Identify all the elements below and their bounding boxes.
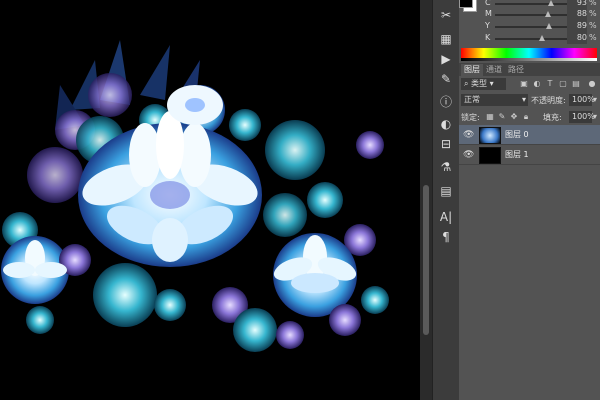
layer-name[interactable]: 图层 0	[505, 129, 529, 140]
tab-layers[interactable]: 图层	[461, 64, 483, 76]
layer-filter-select[interactable]: ⌕ 类型 ▾	[461, 78, 506, 90]
layer-row-0[interactable]: 👁︎ 图层 0	[459, 125, 600, 145]
filter-toggle-icon[interactable]: ●	[587, 79, 597, 89]
filter-adjustment-icon[interactable]: ◐	[532, 79, 542, 89]
slider-y-handle[interactable]	[546, 23, 552, 29]
slider-m-label: M	[485, 9, 492, 18]
search-icon: ⌕	[464, 79, 469, 88]
slider-k[interactable]: K 80 %	[459, 32, 600, 46]
tab-paths[interactable]: 路径	[505, 64, 527, 76]
slider-k-unit: %	[589, 33, 597, 42]
filter-type-icon[interactable]: T	[545, 79, 555, 89]
filter-smart-object-icon[interactable]: ▤	[571, 79, 581, 89]
slider-k-label: K	[485, 33, 491, 42]
slider-k-value[interactable]: 80	[567, 32, 587, 44]
opacity-label: 不透明度:	[531, 96, 566, 105]
panel-tool-strip: ✂ ▦ ▶ ✎ ⓘ ◐ ⊟ ⚗ ▤ A| ¶	[432, 0, 460, 400]
layer-thumbnail	[479, 127, 501, 144]
opacity-input[interactable]: 100%	[569, 94, 595, 106]
layer-thumbnail	[479, 147, 501, 164]
right-panel: C 93 % M 88 % Y 89 % K 80 % 图层 通道 路径 ⌕ 类…	[459, 0, 600, 400]
lock-label: 锁定:	[461, 113, 480, 122]
clone-source-icon[interactable]: ⊟	[436, 135, 456, 153]
fractal-flower-artwork	[1, 40, 389, 352]
slider-y-label: Y	[485, 21, 490, 30]
scrollbar-thumb[interactable]	[423, 185, 429, 335]
lock-all-icon[interactable]: 🔒︎	[521, 112, 531, 122]
character-icon[interactable]: A|	[436, 208, 456, 226]
blend-mode-value: 正常	[464, 95, 480, 104]
tab-channels[interactable]: 通道	[483, 64, 505, 76]
play-action-icon[interactable]: ▶	[436, 50, 456, 68]
slider-m-handle[interactable]	[545, 11, 551, 17]
fill-input[interactable]: 100%	[569, 111, 595, 123]
slider-c-unit: %	[589, 0, 597, 7]
slider-y-value[interactable]: 89	[567, 20, 587, 32]
blend-mode-select[interactable]: 正常 ▾	[461, 94, 528, 106]
filter-pixel-icon[interactable]: ▣	[519, 79, 529, 89]
tools-icon[interactable]: ✂	[436, 6, 456, 24]
layer-row-1[interactable]: 👁︎ 图层 1	[459, 145, 600, 165]
grayscale-ramp[interactable]	[461, 58, 597, 61]
paragraph-icon[interactable]: ¶	[436, 228, 456, 246]
slider-c-handle[interactable]	[548, 0, 554, 6]
slider-y-unit: %	[589, 21, 597, 30]
chevron-down-icon[interactable]: ▾	[590, 112, 600, 122]
adjustments-icon[interactable]: ◐	[436, 115, 456, 133]
info-icon[interactable]: ⓘ	[436, 92, 456, 110]
eye-icon[interactable]: 👁︎	[463, 150, 474, 160]
canvas-vertical-scrollbar[interactable]	[420, 0, 432, 400]
chevron-down-icon: ▾	[489, 79, 494, 88]
slider-m-value[interactable]: 88	[567, 8, 587, 20]
eye-icon[interactable]: 👁︎	[463, 130, 474, 140]
history-icon[interactable]: ▦	[436, 30, 456, 48]
document-canvas[interactable]	[0, 0, 420, 400]
tool-presets-icon[interactable]: ⚗	[436, 158, 456, 176]
layer-filter-label: 类型	[471, 79, 488, 88]
lock-transparent-icon[interactable]: ▦	[485, 112, 495, 122]
layer-name[interactable]: 图层 1	[505, 149, 529, 160]
chevron-down-icon: ▾	[521, 95, 526, 104]
lock-paint-icon[interactable]: ✎	[497, 112, 507, 122]
layer-comps-icon[interactable]: ▤	[436, 182, 456, 200]
filter-shape-icon[interactable]: ▢	[558, 79, 568, 89]
slider-c-label: C	[485, 0, 491, 7]
fill-label: 填充:	[543, 113, 562, 122]
slider-m-unit: %	[589, 9, 597, 18]
brush-icon[interactable]: ✎	[436, 70, 456, 88]
layers-panel-tabs: 图层 通道 路径	[459, 63, 600, 76]
lock-move-icon[interactable]: ✥	[509, 112, 519, 122]
chevron-down-icon[interactable]: ▾	[590, 95, 600, 105]
slider-k-handle[interactable]	[539, 35, 545, 41]
color-spectrum-bar[interactable]	[461, 48, 597, 58]
